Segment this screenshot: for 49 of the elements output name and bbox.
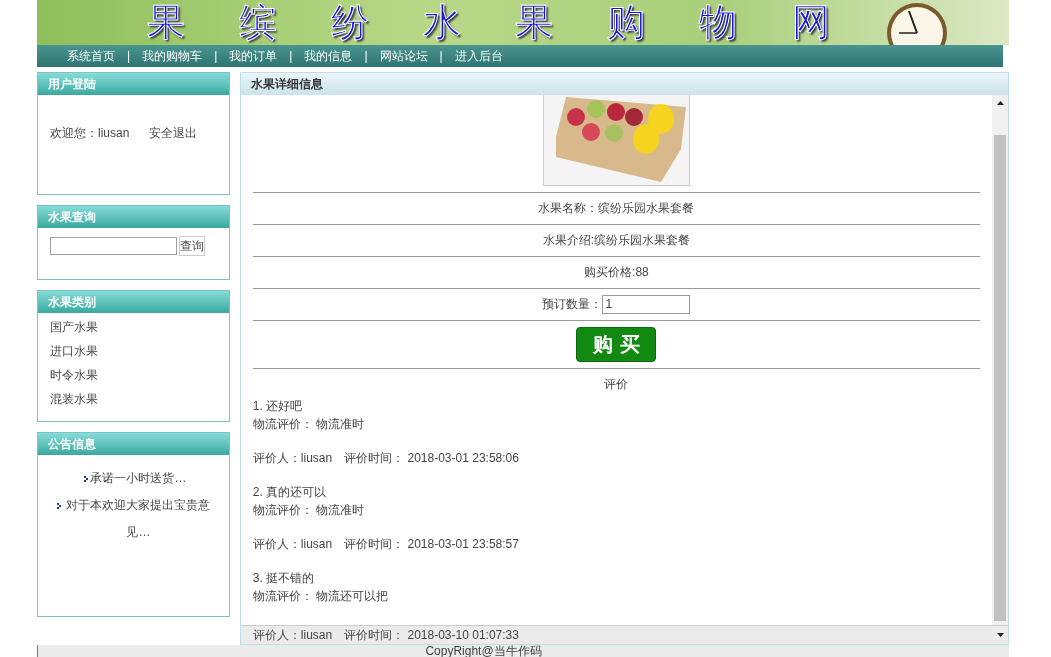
panel-title: 水果详细信息 [240, 73, 1008, 95]
category-link[interactable]: 混装水果 [50, 392, 229, 406]
search-field[interactable] [50, 237, 177, 255]
nav-link[interactable]: 进入后台 [454, 47, 503, 65]
review-logistics: 物流评价： 物流准时 [252, 502, 366, 519]
category-link[interactable]: 国产水果 [50, 320, 229, 334]
review-byline: 评价人：liusan 评价时间： 2018-03-10 01:07:33 [252, 626, 519, 644]
logout-link[interactable]: 安全退出 [149, 125, 198, 142]
category-link[interactable]: 时令水果 [50, 368, 229, 382]
notice-link[interactable]: 对于本欢迎大家提出宝贵意见… [63, 492, 214, 546]
review-byline: 评价人：liusan 评价时间： 2018-03-01 23:58:57 [252, 536, 520, 553]
panel-title: 用户登陆 [38, 73, 229, 95]
nav-link[interactable]: 我的订单 [229, 47, 278, 65]
reviews-heading: 评价 [603, 376, 630, 393]
nav-link[interactable]: 我的信息 [304, 47, 353, 65]
banner-title: 果 缤 纷 水 果 购 物 网 [147, 0, 830, 45]
nav-link[interactable]: 我的购物车 [142, 47, 203, 65]
fruit-price: 购买价格:88 [583, 264, 650, 281]
quantity-field[interactable]: 1 [602, 295, 691, 314]
copyright-text: CopyRight@当牛作码 [425, 644, 542, 657]
nav-separator: | [127, 49, 131, 63]
panel-title: 水果查询 [38, 206, 229, 228]
fruit-intro: 水果介绍:缤纷乐园水果套餐 [541, 232, 692, 249]
nav-separator: | [289, 49, 293, 63]
review-title: 1. 还好吧 [252, 398, 304, 415]
nav-link[interactable]: 系统首页 [67, 47, 115, 65]
scroll-down-icon[interactable] [997, 633, 1004, 637]
fruit-name: 水果名称：缤纷乐园水果套餐 [537, 200, 696, 217]
panel-title: 水果类别 [38, 291, 229, 313]
review-title: 2. 真的还可以 [252, 484, 328, 501]
nav-separator: | [214, 49, 218, 63]
category-link[interactable]: 进口水果 [50, 344, 229, 358]
panel-title: 公告信息 [38, 433, 229, 455]
quantity-label: 预订数量： [542, 296, 603, 313]
buy-button[interactable]: 购 买 [576, 327, 657, 362]
bullet-icon [57, 503, 62, 509]
scrollbar[interactable] [992, 95, 1008, 625]
bullet-icon [84, 476, 89, 482]
nav-link[interactable]: 网站论坛 [379, 47, 428, 65]
search-button[interactable]: 查询 [179, 236, 205, 256]
review-logistics: 物流评价： 物流还可以把 [252, 588, 390, 605]
nav-separator: | [439, 49, 443, 63]
welcome-text: 欢迎您：liusan [50, 125, 130, 142]
notice-link[interactable]: 承诺一小时送货… [90, 465, 187, 492]
nav-separator: | [364, 49, 368, 63]
review-logistics: 物流评价： 物流准时 [252, 416, 366, 433]
review-byline: 评价人：liusan 评价时间： 2018-03-01 23:58:06 [252, 450, 520, 467]
scroll-up-icon[interactable] [996, 101, 1004, 105]
review-title: 3. 挺不错的 [252, 570, 316, 587]
